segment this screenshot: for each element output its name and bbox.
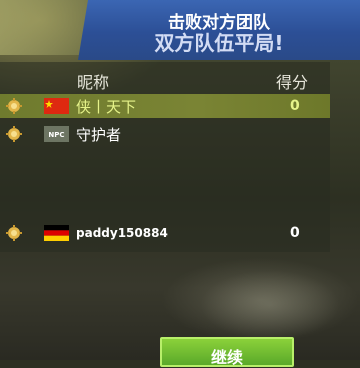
player-row[interactable]: NPC 守护者 xyxy=(0,122,330,146)
npc-badge-icon: NPC xyxy=(44,126,69,142)
result-banner: 击败对方团队 双方队伍平局! xyxy=(78,0,360,60)
svg-text:NPC: NPC xyxy=(48,131,64,139)
germany-flag-icon xyxy=(44,225,69,241)
china-flag-icon xyxy=(44,98,69,114)
player-row[interactable]: 侠丨天下 0 xyxy=(0,94,330,118)
player-name: 守护者 xyxy=(76,125,122,144)
player-score: 0 xyxy=(290,98,300,114)
tank-silhouette xyxy=(200,270,340,340)
rank-gear-icon xyxy=(6,126,22,142)
player-row[interactable]: paddy150884 0 xyxy=(0,221,330,245)
continue-button[interactable]: 继续 xyxy=(160,337,294,367)
player-name: paddy150884 xyxy=(76,226,168,240)
player-score: 0 xyxy=(290,225,300,241)
nickname-header: 昵称 xyxy=(77,73,110,92)
rank-gear-icon xyxy=(6,225,22,241)
player-name: 侠丨天下 xyxy=(76,97,137,116)
score-header: 得分 xyxy=(276,73,309,92)
rank-gear-icon xyxy=(6,98,22,114)
banner-subtitle: 双方队伍平局! xyxy=(154,31,284,55)
